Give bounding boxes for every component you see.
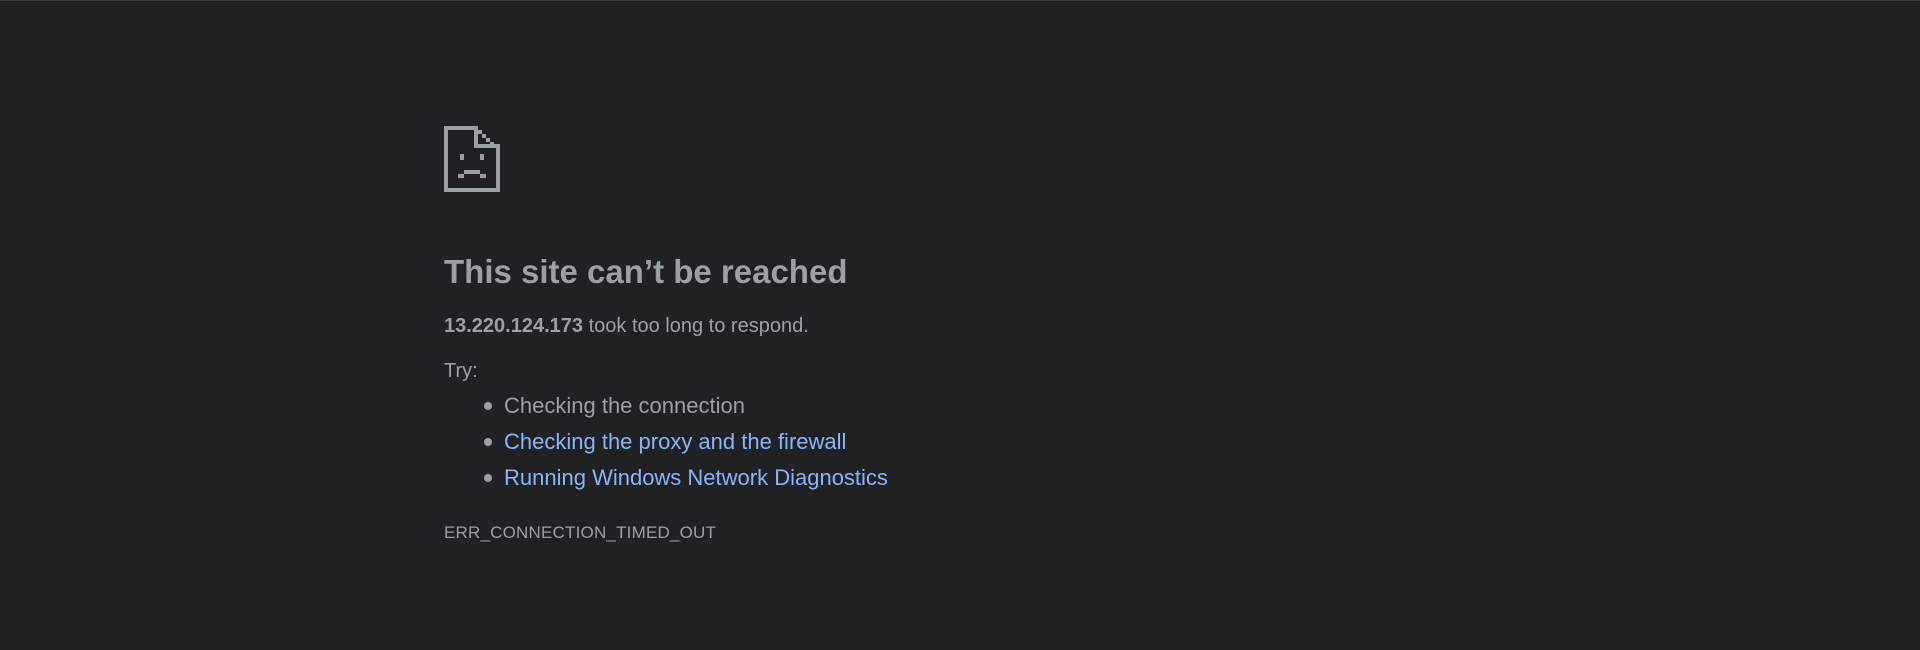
suggestion-network-diagnostics-link[interactable]: Running Windows Network Diagnostics <box>504 465 888 490</box>
bullet-dot <box>484 438 492 446</box>
bullet-dot <box>484 474 492 482</box>
suggestion-item-connection: Checking the connection <box>484 388 1244 424</box>
suggestion-item-diagnostics: Running Windows Network Diagnostics <box>484 460 1244 496</box>
window-top-border <box>0 0 1920 1</box>
try-label: Try: <box>444 360 478 382</box>
error-host: 13.220.124.173 <box>444 315 584 337</box>
bullet-dot <box>484 402 492 410</box>
error-title: This site can’t be reached <box>444 253 848 290</box>
suggestion-item-proxy: Checking the proxy and the firewall <box>484 424 1244 460</box>
sad-page-icon <box>444 126 500 192</box>
error-code: ERR_CONNECTION_TIMED_OUT <box>444 523 717 542</box>
error-content: This site can’t be reached 13.220.124.17… <box>444 126 1244 544</box>
suggestion-check-connection: Checking the connection <box>504 393 745 418</box>
suggestion-check-proxy-link[interactable]: Checking the proxy and the firewall <box>504 429 846 454</box>
error-description: 13.220.124.173 took too long to respond. <box>444 312 1244 340</box>
error-message: took too long to respond. <box>583 315 809 337</box>
suggestions-list: Checking the connection Checking the pro… <box>444 388 1244 496</box>
